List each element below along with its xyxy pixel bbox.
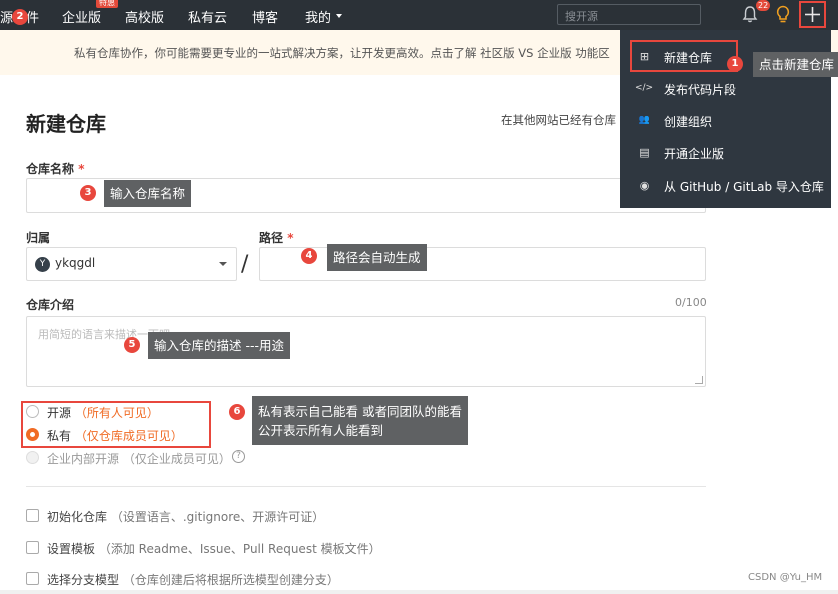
- highlight-box-new-repo: [630, 40, 738, 72]
- code-icon: </>: [634, 83, 654, 93]
- menu-item-import[interactable]: ◉ 从 GitHub / GitLab 导入仓库: [620, 169, 831, 201]
- lightbulb-icon[interactable]: [775, 5, 791, 24]
- tip-visibility-line-1: 私有表示自己能看 或者同团队的能看: [258, 404, 462, 419]
- highlight-box-visibility: [21, 401, 211, 448]
- option-template-label: 设置模板: [47, 542, 96, 556]
- search-input[interactable]: 搜开源: [557, 4, 701, 25]
- checkbox-template[interactable]: [26, 541, 39, 554]
- menu-item-label: 开通企业版: [664, 147, 725, 161]
- radio-internal-label: 企业内部开源: [47, 452, 120, 466]
- resize-handle-icon[interactable]: [695, 376, 703, 384]
- menu-item-enterprise[interactable]: ▤ 开通企业版: [620, 136, 831, 168]
- search-placeholder: 搜开源: [565, 10, 598, 23]
- nav-item-mine[interactable]: 我的: [305, 7, 331, 26]
- step-badge-1: 1: [727, 56, 743, 72]
- intro-label: 仓库介绍: [26, 298, 75, 312]
- divider: [26, 486, 706, 487]
- path-separator: /: [241, 252, 249, 277]
- option-template-hint: （添加 Readme、Issue、Pull Request 模板文件）: [98, 542, 381, 556]
- group-icon: 👥: [638, 115, 651, 125]
- page: 源软件 企业版 特惠 高校版 私有云 博客 我的 搜开源 22 私有仓库协作，你…: [0, 0, 838, 594]
- tip-new-repo: 点击新建仓库: [753, 52, 838, 77]
- radio-internal: [26, 451, 39, 464]
- tip-path: 路径会自动生成: [327, 244, 427, 271]
- tip-repo-name: 输入仓库名称: [104, 180, 192, 207]
- radio-internal-text: 企业内部开源 （仅企业成员可见）: [47, 450, 231, 467]
- option-branch-model-hint: （仓库创建后将根据所选模型创建分支）: [122, 573, 339, 587]
- required-mark: *: [78, 162, 85, 176]
- checkbox-init-repo[interactable]: [26, 509, 39, 522]
- path-label: 路径 *: [259, 229, 293, 246]
- bell-icon[interactable]: [742, 6, 758, 23]
- enterprise-icon: ▤: [639, 146, 650, 159]
- menu-item-create-org[interactable]: 👥 创建组织: [620, 104, 831, 136]
- import-repo-link[interactable]: 在其他网站已经有仓库: [501, 112, 616, 128]
- hot-badge: 特惠: [96, 0, 118, 8]
- menu-item-label: 创建组织: [664, 115, 713, 129]
- menu-item-label: 发布代码片段: [664, 83, 737, 97]
- step-badge-6: 6: [229, 404, 245, 420]
- intro-char-counter: 0/100: [675, 296, 707, 309]
- github-icon: ◉: [639, 179, 650, 192]
- option-template-text: 设置模板 （添加 Readme、Issue、Pull Request 模板文件）: [47, 540, 381, 557]
- owner-value: ykqgdl: [55, 256, 96, 270]
- nav-item-enterprise[interactable]: 企业版: [62, 7, 101, 26]
- repo-name-label: 仓库名称 *: [26, 160, 84, 177]
- owner-label: 归属: [26, 231, 51, 245]
- nav-item-blog[interactable]: 博客: [252, 7, 278, 26]
- step-badge-3: 3: [80, 185, 96, 201]
- path-label-text: 路径: [259, 231, 284, 245]
- tip-visibility-line-2: 公开表示所有人能看到: [258, 423, 384, 438]
- checkbox-branch-model[interactable]: [26, 572, 39, 585]
- avatar: Y: [35, 257, 50, 272]
- help-icon[interactable]: ?: [232, 450, 245, 463]
- notification-count-badge: 22: [756, 0, 771, 11]
- caret-down-icon: [336, 14, 342, 18]
- bottom-strip: [0, 590, 838, 594]
- option-init-repo-hint: （设置语言、.gitignore、开源许可证）: [110, 510, 325, 524]
- radio-internal-hint: （仅企业成员可见）: [122, 452, 231, 466]
- step-badge-5: 5: [124, 337, 140, 353]
- page-title: 新建仓库: [26, 112, 106, 136]
- option-init-repo-label: 初始化仓库: [47, 510, 108, 524]
- plus-button[interactable]: [799, 1, 826, 28]
- banner-text[interactable]: 私有仓库协作，你可能需要更专业的一站式解决方案，让开发更高效。点击了解 社区版 …: [74, 45, 610, 61]
- step-badge-4: 4: [301, 248, 317, 264]
- option-branch-model-label: 选择分支模型: [47, 573, 120, 587]
- required-mark: *: [287, 231, 294, 245]
- option-init-repo-text: 初始化仓库 （设置语言、.gitignore、开源许可证）: [47, 508, 324, 525]
- step-badge-2: 2: [12, 9, 28, 25]
- owner-select[interactable]: Y ykqgdl: [26, 247, 237, 281]
- nav-item-private-cloud[interactable]: 私有云: [188, 7, 227, 26]
- repo-name-label-text: 仓库名称: [26, 162, 75, 176]
- option-branch-model-text: 选择分支模型 （仓库创建后将根据所选模型创建分支）: [47, 571, 339, 588]
- tip-visibility: 私有表示自己能看 或者同团队的能看 公开表示所有人能看到: [252, 396, 468, 445]
- top-navbar: 源软件 企业版 特惠 高校版 私有云 博客 我的 搜开源 22: [0, 0, 838, 30]
- watermark: CSDN @Yu_HM: [748, 572, 823, 583]
- plus-icon: [805, 7, 820, 22]
- tip-intro: 输入仓库的描述 ---用途: [148, 332, 291, 359]
- menu-item-label: 从 GitHub / GitLab 导入仓库: [664, 180, 824, 194]
- nav-item-education[interactable]: 高校版: [125, 7, 164, 26]
- chevron-down-icon: [219, 262, 227, 266]
